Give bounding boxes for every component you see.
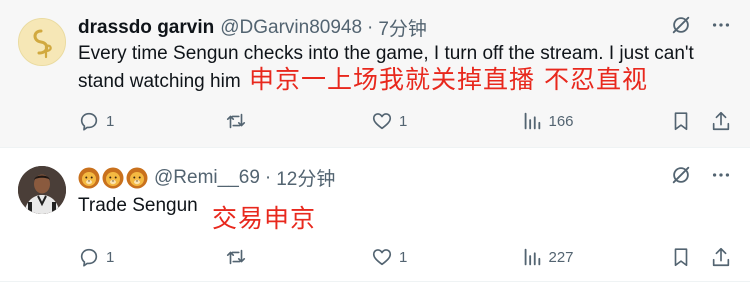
bookmark-icon[interactable]: [670, 110, 692, 132]
grok-icon[interactable]: [670, 164, 692, 186]
more-icon[interactable]: [710, 164, 732, 186]
views-button[interactable]: 166: [521, 108, 671, 134]
like-button[interactable]: 1: [371, 244, 521, 270]
reply-count: 1: [106, 112, 115, 130]
lion-emoji-icon: [102, 167, 124, 188]
view-count: 227: [548, 248, 574, 266]
tweet-text: Trade Sengun: [78, 195, 198, 216]
tweet-secondary-actions: [670, 246, 732, 268]
timestamp[interactable]: 12分钟: [276, 164, 335, 191]
views-icon: [524, 112, 540, 130]
author-handle[interactable]: @DGarvin80948: [220, 17, 362, 39]
share-icon[interactable]: [710, 110, 732, 132]
tweet-header: drassdo garvin @DGarvin80948 · 7分钟: [78, 14, 427, 41]
lion-emoji-icon: [78, 167, 100, 188]
tweet[interactable]: @Remi__69 · 12分钟 Trade Sengun 交易申京 1 1 2…: [0, 148, 750, 282]
grok-icon[interactable]: [670, 14, 692, 36]
timestamp[interactable]: 7分钟: [378, 14, 427, 41]
like-button[interactable]: 1: [371, 108, 521, 134]
like-count: 1: [399, 112, 408, 130]
reply-icon: [80, 248, 98, 267]
reply-button[interactable]: 1: [78, 108, 225, 134]
tweet[interactable]: drassdo garvin @DGarvin80948 · 7分钟 Every…: [0, 0, 750, 148]
share-icon[interactable]: [710, 246, 732, 268]
retweet-button[interactable]: [225, 108, 372, 134]
separator: ·: [367, 16, 374, 38]
reply-count: 1: [106, 248, 115, 266]
translation-overlay: 交易申京: [212, 204, 317, 233]
avatar-logo-icon: [19, 19, 65, 65]
retweet-icon: [226, 113, 245, 129]
view-count: 166: [548, 112, 574, 130]
tweet-top-actions: [670, 164, 732, 186]
tweet-actions: 1 1 227: [78, 244, 732, 270]
author-handle[interactable]: @Remi__69: [154, 167, 260, 189]
like-icon: [372, 249, 392, 266]
translation-overlay: 申京一上场我就关掉直播 不忍直视: [249, 65, 648, 94]
separator: ·: [264, 166, 272, 188]
reply-button[interactable]: 1: [78, 244, 225, 270]
avatar[interactable]: [18, 166, 66, 214]
like-icon: [372, 113, 392, 130]
reply-icon: [80, 112, 98, 131]
like-count: 1: [399, 248, 408, 266]
author-name[interactable]: drassdo garvin: [78, 17, 214, 39]
author-name[interactable]: [78, 167, 148, 189]
bookmark-icon[interactable]: [670, 246, 692, 268]
tweet-secondary-actions: [670, 110, 732, 132]
avatar[interactable]: [18, 18, 66, 66]
avatar-photo-icon: [18, 166, 66, 214]
tweet-actions: 1 1 166: [78, 108, 732, 134]
tweet-top-actions: [670, 14, 732, 36]
tweet-header: @Remi__69 · 12分钟: [78, 164, 335, 191]
retweet-icon: [226, 249, 245, 265]
retweet-button[interactable]: [225, 244, 372, 270]
views-button[interactable]: 227: [521, 244, 671, 270]
more-icon[interactable]: [710, 14, 732, 36]
views-icon: [524, 248, 540, 266]
lion-emoji-icon: [126, 167, 148, 188]
